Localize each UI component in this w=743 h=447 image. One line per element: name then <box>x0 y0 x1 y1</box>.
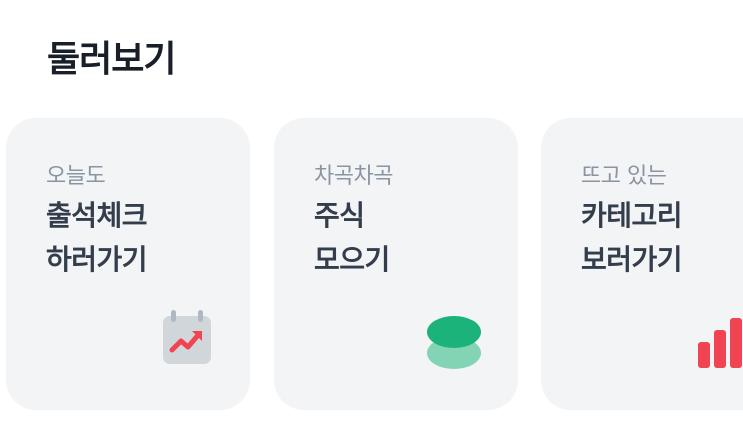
stock-saving-card[interactable]: 차곡차곡 주식 모으기 <box>274 118 518 410</box>
attendance-check-card[interactable]: 오늘도 출석체크 하러가기 <box>6 118 250 410</box>
card-title-line-1: 카테고리 <box>581 199 683 232</box>
calendar-trend-icon <box>163 310 211 364</box>
explore-card-list: 오늘도 출석체크 하러가기 차곡차곡 주식 모으기 뜨고 있는 카테고리 보러가… <box>0 118 743 410</box>
card-title-line-2: 보러가기 <box>581 243 683 276</box>
card-title: 출석체크 하러가기 <box>46 194 148 282</box>
card-title-line-2: 하러가기 <box>46 243 148 276</box>
bar-chart-icon <box>698 318 742 368</box>
card-title: 카테고리 보러가기 <box>581 194 683 282</box>
card-subtitle: 오늘도 <box>46 164 106 189</box>
trending-category-card[interactable]: 뜨고 있는 카테고리 보러가기 <box>541 118 743 410</box>
section-title: 둘러보기 <box>47 39 176 80</box>
card-subtitle: 뜨고 있는 <box>581 164 667 189</box>
coin-stack-icon <box>427 316 481 369</box>
card-title: 주식 모으기 <box>314 194 390 282</box>
card-title-line-2: 모으기 <box>314 243 390 276</box>
card-title-line-1: 출석체크 <box>46 199 148 232</box>
card-subtitle: 차곡차곡 <box>314 164 393 189</box>
card-title-line-1: 주식 <box>314 199 365 232</box>
